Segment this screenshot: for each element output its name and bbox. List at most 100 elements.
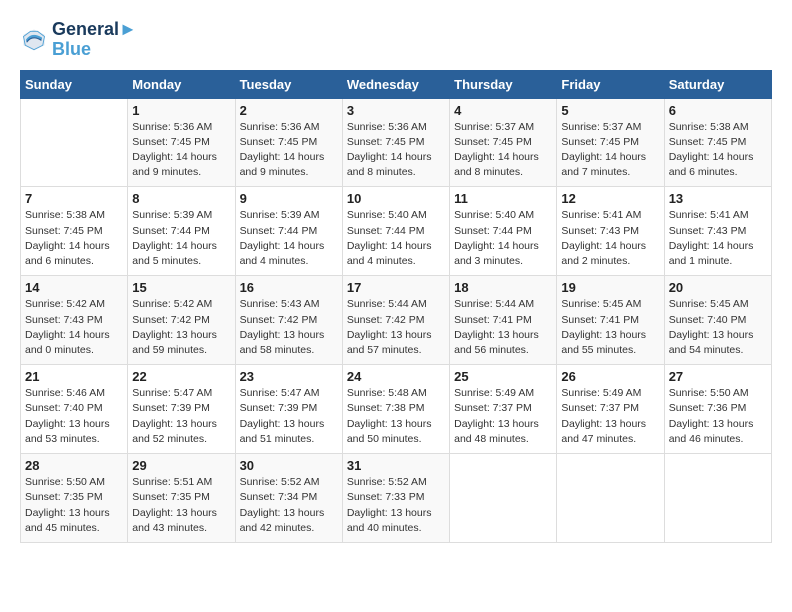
day-info: Sunrise: 5:52 AM Sunset: 7:33 PM Dayligh… bbox=[347, 475, 445, 536]
day-cell: 15 Sunrise: 5:42 AM Sunset: 7:42 PM Dayli… bbox=[128, 276, 235, 365]
day-number: 8 bbox=[132, 191, 230, 206]
day-info: Sunrise: 5:41 AM Sunset: 7:43 PM Dayligh… bbox=[669, 208, 767, 269]
day-cell: 5 Sunrise: 5:37 AM Sunset: 7:45 PM Daylig… bbox=[557, 98, 664, 187]
day-cell: 28 Sunrise: 5:50 AM Sunset: 7:35 PM Dayli… bbox=[21, 454, 128, 543]
day-cell: 10Sunrise: 5:40 AM Sunset: 7:44 PM Dayli… bbox=[342, 187, 449, 276]
day-cell: 7 Sunrise: 5:38 AM Sunset: 7:45 PM Daylig… bbox=[21, 187, 128, 276]
day-cell: 14 Sunrise: 5:42 AM Sunset: 7:43 PM Dayli… bbox=[21, 276, 128, 365]
day-cell: 27 Sunrise: 5:50 AM Sunset: 7:36 PM Dayli… bbox=[664, 365, 771, 454]
day-cell: 16 Sunrise: 5:43 AM Sunset: 7:42 PM Dayli… bbox=[235, 276, 342, 365]
day-number: 24 bbox=[347, 369, 445, 384]
day-info: Sunrise: 5:45 AM Sunset: 7:41 PM Dayligh… bbox=[561, 297, 659, 358]
day-info: Sunrise: 5:44 AM Sunset: 7:41 PM Dayligh… bbox=[454, 297, 552, 358]
day-cell: 11Sunrise: 5:40 AM Sunset: 7:44 PM Dayli… bbox=[450, 187, 557, 276]
day-cell: 2 Sunrise: 5:36 AM Sunset: 7:45 PM Daylig… bbox=[235, 98, 342, 187]
day-cell: 19 Sunrise: 5:45 AM Sunset: 7:41 PM Dayli… bbox=[557, 276, 664, 365]
day-cell: 21Sunrise: 5:46 AM Sunset: 7:40 PM Dayli… bbox=[21, 365, 128, 454]
day-number: 21 bbox=[25, 369, 123, 384]
logo-icon bbox=[20, 26, 48, 54]
week-row-2: 7 Sunrise: 5:38 AM Sunset: 7:45 PM Daylig… bbox=[21, 187, 772, 276]
day-number: 28 bbox=[25, 458, 123, 473]
day-info: Sunrise: 5:51 AM Sunset: 7:35 PM Dayligh… bbox=[132, 475, 230, 536]
day-number: 25 bbox=[454, 369, 552, 384]
col-header-thursday: Thursday bbox=[450, 70, 557, 98]
day-number: 16 bbox=[240, 280, 338, 295]
logo: General► Blue bbox=[20, 20, 137, 60]
day-info: Sunrise: 5:39 AM Sunset: 7:44 PM Dayligh… bbox=[132, 208, 230, 269]
day-number: 1 bbox=[132, 103, 230, 118]
day-info: Sunrise: 5:44 AM Sunset: 7:42 PM Dayligh… bbox=[347, 297, 445, 358]
day-number: 2 bbox=[240, 103, 338, 118]
week-row-4: 21Sunrise: 5:46 AM Sunset: 7:40 PM Dayli… bbox=[21, 365, 772, 454]
day-info: Sunrise: 5:49 AM Sunset: 7:37 PM Dayligh… bbox=[454, 386, 552, 447]
day-number: 4 bbox=[454, 103, 552, 118]
day-cell: 29 Sunrise: 5:51 AM Sunset: 7:35 PM Dayli… bbox=[128, 454, 235, 543]
day-cell: 31Sunrise: 5:52 AM Sunset: 7:33 PM Dayli… bbox=[342, 454, 449, 543]
day-info: Sunrise: 5:50 AM Sunset: 7:35 PM Dayligh… bbox=[25, 475, 123, 536]
day-info: Sunrise: 5:36 AM Sunset: 7:45 PM Dayligh… bbox=[132, 120, 230, 181]
day-number: 29 bbox=[132, 458, 230, 473]
day-cell: 30Sunrise: 5:52 AM Sunset: 7:34 PM Dayli… bbox=[235, 454, 342, 543]
week-row-5: 28 Sunrise: 5:50 AM Sunset: 7:35 PM Dayli… bbox=[21, 454, 772, 543]
page-header: General► Blue bbox=[20, 20, 772, 60]
day-number: 22 bbox=[132, 369, 230, 384]
day-number: 5 bbox=[561, 103, 659, 118]
week-row-1: 1 Sunrise: 5:36 AM Sunset: 7:45 PM Daylig… bbox=[21, 98, 772, 187]
day-cell: 25 Sunrise: 5:49 AM Sunset: 7:37 PM Dayli… bbox=[450, 365, 557, 454]
col-header-sunday: Sunday bbox=[21, 70, 128, 98]
day-number: 23 bbox=[240, 369, 338, 384]
day-number: 27 bbox=[669, 369, 767, 384]
day-cell: 26Sunrise: 5:49 AM Sunset: 7:37 PM Dayli… bbox=[557, 365, 664, 454]
day-info: Sunrise: 5:50 AM Sunset: 7:36 PM Dayligh… bbox=[669, 386, 767, 447]
col-header-tuesday: Tuesday bbox=[235, 70, 342, 98]
header-row: SundayMondayTuesdayWednesdayThursdayFrid… bbox=[21, 70, 772, 98]
day-info: Sunrise: 5:37 AM Sunset: 7:45 PM Dayligh… bbox=[561, 120, 659, 181]
day-cell bbox=[557, 454, 664, 543]
day-number: 12 bbox=[561, 191, 659, 206]
day-info: Sunrise: 5:52 AM Sunset: 7:34 PM Dayligh… bbox=[240, 475, 338, 536]
day-number: 15 bbox=[132, 280, 230, 295]
day-cell: 24 Sunrise: 5:48 AM Sunset: 7:38 PM Dayli… bbox=[342, 365, 449, 454]
day-cell: 6Sunrise: 5:38 AM Sunset: 7:45 PM Daylig… bbox=[664, 98, 771, 187]
day-cell: 8 Sunrise: 5:39 AM Sunset: 7:44 PM Daylig… bbox=[128, 187, 235, 276]
day-info: Sunrise: 5:42 AM Sunset: 7:42 PM Dayligh… bbox=[132, 297, 230, 358]
day-cell: 12 Sunrise: 5:41 AM Sunset: 7:43 PM Dayli… bbox=[557, 187, 664, 276]
day-info: Sunrise: 5:47 AM Sunset: 7:39 PM Dayligh… bbox=[240, 386, 338, 447]
calendar-table: SundayMondayTuesdayWednesdayThursdayFrid… bbox=[20, 70, 772, 543]
day-info: Sunrise: 5:41 AM Sunset: 7:43 PM Dayligh… bbox=[561, 208, 659, 269]
day-info: Sunrise: 5:37 AM Sunset: 7:45 PM Dayligh… bbox=[454, 120, 552, 181]
day-cell: 17 Sunrise: 5:44 AM Sunset: 7:42 PM Dayli… bbox=[342, 276, 449, 365]
day-info: Sunrise: 5:42 AM Sunset: 7:43 PM Dayligh… bbox=[25, 297, 123, 358]
day-number: 9 bbox=[240, 191, 338, 206]
day-info: Sunrise: 5:36 AM Sunset: 7:45 PM Dayligh… bbox=[347, 120, 445, 181]
day-number: 19 bbox=[561, 280, 659, 295]
day-info: Sunrise: 5:45 AM Sunset: 7:40 PM Dayligh… bbox=[669, 297, 767, 358]
day-info: Sunrise: 5:36 AM Sunset: 7:45 PM Dayligh… bbox=[240, 120, 338, 181]
day-info: Sunrise: 5:49 AM Sunset: 7:37 PM Dayligh… bbox=[561, 386, 659, 447]
day-info: Sunrise: 5:40 AM Sunset: 7:44 PM Dayligh… bbox=[347, 208, 445, 269]
day-cell bbox=[450, 454, 557, 543]
day-number: 7 bbox=[25, 191, 123, 206]
day-info: Sunrise: 5:43 AM Sunset: 7:42 PM Dayligh… bbox=[240, 297, 338, 358]
day-info: Sunrise: 5:39 AM Sunset: 7:44 PM Dayligh… bbox=[240, 208, 338, 269]
logo-text: General► Blue bbox=[52, 20, 137, 60]
col-header-saturday: Saturday bbox=[664, 70, 771, 98]
week-row-3: 14 Sunrise: 5:42 AM Sunset: 7:43 PM Dayli… bbox=[21, 276, 772, 365]
day-number: 6 bbox=[669, 103, 767, 118]
day-cell bbox=[21, 98, 128, 187]
col-header-friday: Friday bbox=[557, 70, 664, 98]
day-cell: 4 Sunrise: 5:37 AM Sunset: 7:45 PM Daylig… bbox=[450, 98, 557, 187]
day-cell bbox=[664, 454, 771, 543]
day-info: Sunrise: 5:48 AM Sunset: 7:38 PM Dayligh… bbox=[347, 386, 445, 447]
day-number: 14 bbox=[25, 280, 123, 295]
day-cell: 20Sunrise: 5:45 AM Sunset: 7:40 PM Dayli… bbox=[664, 276, 771, 365]
day-number: 17 bbox=[347, 280, 445, 295]
day-cell: 22Sunrise: 5:47 AM Sunset: 7:39 PM Dayli… bbox=[128, 365, 235, 454]
col-header-wednesday: Wednesday bbox=[342, 70, 449, 98]
day-number: 3 bbox=[347, 103, 445, 118]
day-cell: 1 Sunrise: 5:36 AM Sunset: 7:45 PM Daylig… bbox=[128, 98, 235, 187]
day-cell: 13Sunrise: 5:41 AM Sunset: 7:43 PM Dayli… bbox=[664, 187, 771, 276]
day-cell: 18Sunrise: 5:44 AM Sunset: 7:41 PM Dayli… bbox=[450, 276, 557, 365]
day-info: Sunrise: 5:38 AM Sunset: 7:45 PM Dayligh… bbox=[25, 208, 123, 269]
day-cell: 3 Sunrise: 5:36 AM Sunset: 7:45 PM Daylig… bbox=[342, 98, 449, 187]
